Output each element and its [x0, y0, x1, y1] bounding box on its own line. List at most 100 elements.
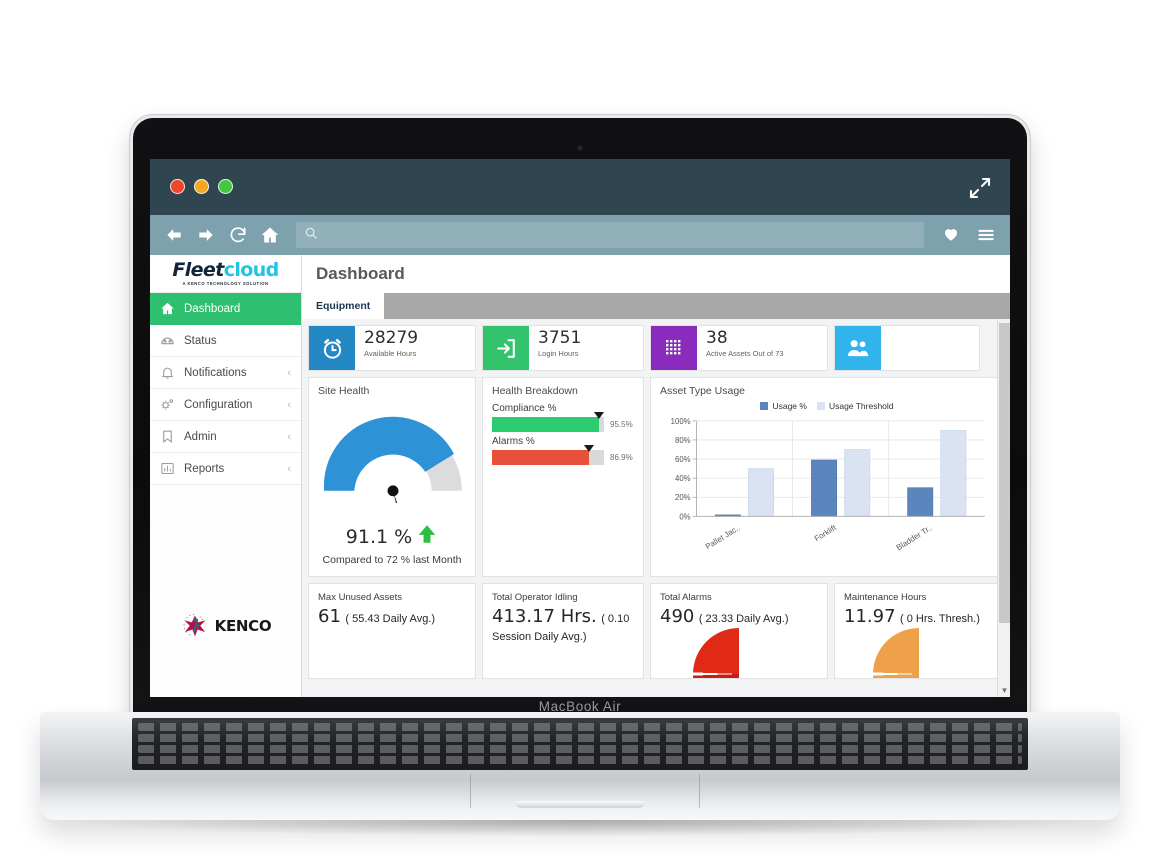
chevron-left-icon: ‹: [287, 430, 291, 443]
asset-usage-bar-chart: 0% 20% 40% 60% 80% 100% Pallet Jac.. Forklift Bl…: [671, 417, 985, 552]
panel-health-breakdown: Health Breakdown Compliance % 95.5% Alar…: [482, 377, 644, 577]
bar-row-compliance: 95.5%: [492, 412, 634, 432]
application-root: Fleetcloud A KENCO TECHNOLOGY SOLUTION D…: [150, 255, 1010, 697]
alarms-donut-chart: [693, 628, 785, 678]
stat-title: Maintenance Hours: [844, 592, 927, 603]
stat-value-row: 490 ( 23.33 Daily Avg.): [660, 606, 818, 627]
mid-row: Site Health 91.1 % Compared to 72 % last…: [308, 377, 1004, 577]
browser-toolbar: [150, 215, 1010, 255]
stat-card-total-alarms[interactable]: Total Alarms 490 ( 23.33 Daily Avg.): [650, 583, 828, 679]
gauge-icon: [160, 333, 175, 348]
scrollbar-thumb[interactable]: [999, 323, 1010, 623]
window-controls: [170, 179, 233, 194]
gauge-svg: [323, 416, 462, 555]
back-arrow-icon[interactable]: [164, 225, 184, 245]
stat-value: 11.97: [844, 606, 896, 627]
kpi-label: Active Assets Out of 73: [706, 348, 784, 358]
search-icon: [304, 226, 318, 245]
home-icon[interactable]: [260, 225, 280, 245]
kpi-card-users[interactable]: [834, 325, 980, 371]
kpi-value: 28279: [364, 328, 419, 348]
svg-text:Forklift: Forklift: [813, 523, 839, 544]
svg-text:0%: 0%: [679, 512, 690, 521]
sidebar-item-dashboard[interactable]: Dashboard: [150, 293, 301, 325]
bar-track: [492, 445, 604, 465]
stat-card-max-unused-assets[interactable]: Max Unused Assets 61 ( 55.43 Daily Avg.): [308, 583, 476, 679]
chevron-left-icon: ‹: [287, 462, 291, 475]
panel-site-health: Site Health 91.1 % Compared to 72 % last…: [308, 377, 476, 577]
maximize-window-button[interactable]: [218, 179, 233, 194]
stat-value: 490: [660, 606, 695, 627]
panel-title: Site Health: [318, 385, 370, 397]
stat-value: 413.17 Hrs.: [492, 606, 597, 627]
sidebar-item-reports[interactable]: Reports ‹: [150, 453, 301, 485]
health-bars: Compliance % 95.5% Alarms % 86.9%: [483, 403, 643, 465]
legend-swatch: [760, 402, 769, 410]
svg-text:60%: 60%: [675, 455, 691, 464]
reload-icon[interactable]: [228, 225, 248, 245]
legend-item-threshold[interactable]: Usage Threshold: [816, 401, 894, 411]
gears-icon: [160, 397, 175, 412]
site-health-comparison: Compared to 72 % last Month: [322, 554, 462, 566]
stat-title: Max Unused Assets: [318, 592, 402, 603]
legend-item-usage[interactable]: Usage %: [760, 401, 807, 411]
minimize-window-button[interactable]: [194, 179, 209, 194]
bar-track: [492, 412, 604, 432]
brand-name-primary: Fleet: [172, 259, 224, 281]
kpi-row: 28279 Available Hours 3751 Login Hours 3…: [308, 325, 1004, 371]
forward-arrow-icon[interactable]: [196, 225, 216, 245]
stat-subvalue: ( 0 Hrs. Thresh.): [899, 613, 980, 625]
expand-arrows-icon[interactable]: [968, 176, 992, 200]
brand-name-secondary: cloud: [223, 259, 280, 281]
stat-card-total-operator-idling[interactable]: Total Operator Idling 413.17 Hrs. ( 0.10…: [482, 583, 644, 679]
bar-value-alarms: 86.9%: [610, 453, 633, 462]
kpi-card-active-assets[interactable]: 38 Active Assets Out of 73: [650, 325, 828, 371]
webcam: [577, 145, 583, 151]
brand-logo[interactable]: Fleetcloud A KENCO TECHNOLOGY SOLUTION: [150, 255, 301, 293]
sidebar-item-notifications[interactable]: Notifications ‹: [150, 357, 301, 389]
kenco-star-icon: [183, 613, 206, 637]
browser-titlebar: [150, 159, 1010, 215]
heart-icon[interactable]: [942, 225, 962, 245]
legend-label: Usage Threshold: [828, 401, 894, 411]
stat-value-row: 11.97 ( 0 Hrs. Thresh.): [844, 606, 994, 627]
chart-title: Asset Type Usage: [660, 385, 746, 397]
bar-chart-icon: [160, 461, 175, 476]
sidebar-item-status[interactable]: Status: [150, 325, 301, 357]
bar-value-compliance: 95.5%: [610, 420, 633, 429]
kpi-card-available-hours[interactable]: 28279 Available Hours: [308, 325, 476, 371]
tab-bar: Equipment: [302, 293, 1010, 319]
bar-row-alarms: 86.9%: [492, 445, 634, 465]
svg-text:Pallet Jac..: Pallet Jac..: [704, 523, 742, 551]
address-bar[interactable]: [296, 222, 924, 248]
scroll-down-arrow-icon[interactable]: ▼: [998, 686, 1010, 695]
stat-value-row: 413.17 Hrs. ( 0.10 Session Daily Avg.): [492, 606, 634, 645]
bar-fill: [492, 450, 590, 465]
page-header: Dashboard: [302, 255, 1010, 293]
svg-text:40%: 40%: [675, 474, 691, 483]
bar-label-compliance: Compliance %: [492, 403, 557, 414]
svg-text:Bladder Tr..: Bladder Tr..: [895, 523, 934, 552]
alarm-clock-icon: [309, 326, 355, 370]
kpi-label: Login Hours: [538, 348, 579, 358]
keyboard: [132, 718, 1028, 770]
stat-subvalue: ( 55.43 Daily Avg.): [345, 613, 436, 625]
sidebar-item-label: Notifications: [184, 366, 247, 379]
laptop-lid: MacBook Air Fleetcloud A KENCO TECHNOLOG…: [133, 118, 1027, 720]
up-arrow-icon: [416, 523, 438, 550]
svg-text:80%: 80%: [675, 436, 691, 445]
sidebar-item-admin[interactable]: Admin ‹: [150, 421, 301, 453]
tab-equipment[interactable]: Equipment: [302, 293, 385, 319]
sidebar-item-configuration[interactable]: Configuration ‹: [150, 389, 301, 421]
hamburger-menu-icon[interactable]: [976, 225, 996, 245]
stats-row: Max Unused Assets 61 ( 55.43 Daily Avg.)…: [308, 583, 1004, 679]
vertical-scrollbar[interactable]: ▼: [997, 319, 1010, 697]
users-icon: [835, 326, 881, 370]
login-arrow-icon: [483, 326, 529, 370]
kpi-card-login-hours[interactable]: 3751 Login Hours: [482, 325, 644, 371]
close-window-button[interactable]: [170, 179, 185, 194]
site-health-gauge: [309, 403, 475, 555]
legend-swatch: [816, 402, 825, 410]
bookmark-icon: [160, 429, 175, 444]
stat-card-maintenance-hours[interactable]: Maintenance Hours 11.97 ( 0 Hrs. Thresh.…: [834, 583, 1004, 679]
